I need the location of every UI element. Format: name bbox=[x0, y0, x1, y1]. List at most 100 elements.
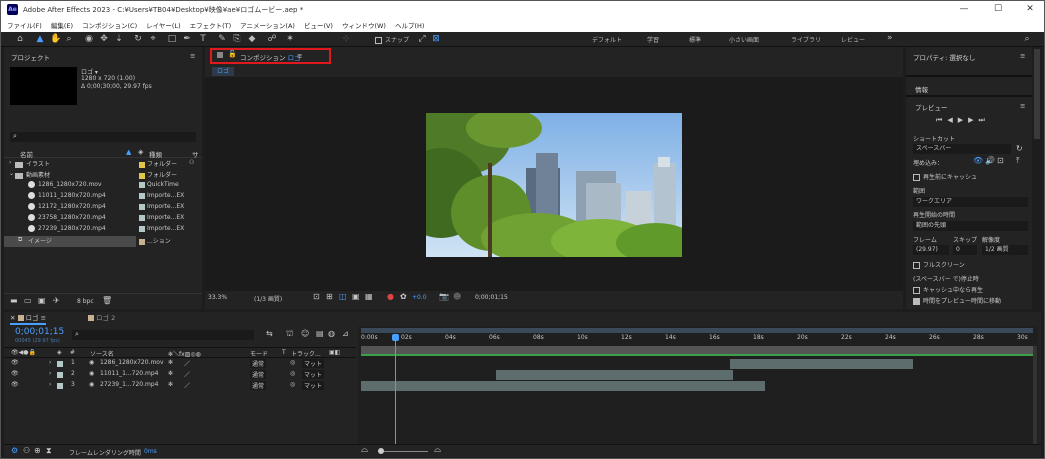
layer-row[interactable]: 👁 › 3 ◉ 27239_1...720.mp4 ✻ ／ 通常 ◎ マット bbox=[4, 381, 356, 392]
track-matte-select[interactable]: マット bbox=[302, 381, 325, 390]
info-tab[interactable]: 情報 bbox=[915, 84, 928, 94]
fullscreen-checkbox[interactable] bbox=[913, 262, 920, 269]
timeline-search-input[interactable]: ⌕ bbox=[72, 330, 254, 340]
expand-arrow-icon[interactable]: › bbox=[49, 381, 51, 388]
preview-tab[interactable]: プレビュー bbox=[915, 102, 948, 112]
list-item[interactable]: › イラスト フォルダー ⚇ bbox=[4, 159, 202, 170]
list-item-selected[interactable]: ⧉ イメージ bbox=[4, 236, 136, 247]
grid-icon[interactable]: ⊞ bbox=[326, 292, 333, 301]
timeline-tab-logo[interactable]: ✕ ロゴ ≡ bbox=[10, 312, 47, 325]
bpc-label[interactable]: 8 bpc bbox=[77, 298, 94, 305]
zoom-in-icon[interactable]: ⌓ bbox=[434, 445, 441, 455]
col-name[interactable]: 名前 bbox=[20, 149, 33, 159]
workspace-default[interactable]: デフォルト bbox=[592, 35, 622, 44]
snap-option-icon[interactable]: ⤢ bbox=[417, 34, 427, 44]
layer-name[interactable]: 1286_1280x720.mov bbox=[100, 359, 164, 366]
properties-menu-icon[interactable]: ≡ bbox=[1020, 52, 1025, 60]
cache-play-option[interactable]: キャッシュ中なら再生 bbox=[913, 285, 983, 294]
minimize-button[interactable]: — bbox=[957, 4, 971, 15]
workspace-review[interactable]: レビュー bbox=[841, 35, 865, 44]
transparency-grid-icon[interactable]: ▦ bbox=[365, 292, 373, 301]
zoom-slider[interactable] bbox=[378, 451, 428, 452]
project-panel-title[interactable]: プロジェクト bbox=[11, 52, 50, 62]
expand-arrow-icon[interactable]: › bbox=[9, 159, 11, 166]
expand-arrow-icon[interactable]: › bbox=[49, 370, 51, 377]
reset-icon[interactable]: ↻ bbox=[1016, 144, 1023, 153]
zoom-select[interactable]: 33.3% bbox=[208, 294, 227, 301]
list-item[interactable]: 23758_1280x720.mp4 Importe...EX bbox=[4, 214, 202, 225]
export-icon[interactable]: ⤒ bbox=[1016, 156, 1020, 166]
audio-toggle-icon[interactable]: 🔊 bbox=[985, 156, 995, 165]
layer-switches-icon[interactable]: ⚙ bbox=[11, 446, 18, 455]
col-t[interactable]: T bbox=[282, 349, 286, 356]
workspace-more-button[interactable]: » bbox=[887, 33, 893, 43]
range-select[interactable]: ワークエリア bbox=[913, 197, 1028, 207]
show-snapshot-icon[interactable]: ☻ bbox=[453, 292, 461, 301]
move-time-checkbox[interactable] bbox=[913, 298, 920, 305]
new-folder-icon[interactable]: ▭ bbox=[24, 296, 32, 305]
lock-icon[interactable]: 🔓 bbox=[228, 50, 237, 58]
zoom-tool-icon[interactable]: ⌕ bbox=[64, 34, 74, 44]
layer-mode-select[interactable]: 通常 bbox=[250, 370, 267, 379]
flowchart-icon[interactable]: ✈ bbox=[53, 296, 60, 305]
safe-margins-icon[interactable]: ⊡ bbox=[313, 292, 320, 301]
label-swatch[interactable] bbox=[57, 361, 63, 367]
label-swatch[interactable] bbox=[57, 372, 63, 378]
anchor-tool-icon[interactable]: ⌖ bbox=[148, 34, 158, 44]
pen-tool-icon[interactable]: ✒ bbox=[182, 34, 192, 44]
next-frame-icon[interactable]: ▶ bbox=[968, 116, 978, 124]
list-item[interactable]: 1286_1280x720.mov QuickTime bbox=[4, 181, 202, 192]
layer-row[interactable]: 👁 › 1 ◉ 1286_1280x720.mov ✻ ／ 通常 ◎ マット bbox=[4, 359, 356, 370]
list-item[interactable]: 11011_1280x720.mp4 Importe...EX bbox=[4, 192, 202, 203]
quality-switch-icon[interactable]: ／ bbox=[184, 381, 190, 390]
col-track-matte[interactable]: トラック... bbox=[291, 349, 321, 358]
comp-mini-flowchart-icon[interactable]: ⇆ bbox=[266, 329, 273, 338]
home-icon[interactable]: ⌂ bbox=[15, 34, 25, 44]
transfer-controls-icon[interactable]: ⚇ bbox=[23, 446, 30, 455]
list-item[interactable]: 27239_1280x720.mp4 Importe...EX bbox=[4, 225, 202, 236]
selection-tool-icon[interactable]: ▲ bbox=[35, 34, 45, 44]
playfrom-select[interactable]: 範囲の先頭 bbox=[913, 221, 1028, 231]
mask-visibility-icon[interactable]: ◫ bbox=[339, 292, 347, 301]
label-swatch[interactable] bbox=[57, 383, 63, 389]
eraser-tool-icon[interactable]: ◆ bbox=[247, 34, 257, 44]
layer-bar-2[interactable] bbox=[496, 370, 733, 380]
comp-timecode[interactable]: 0;00;01;15 bbox=[475, 294, 508, 301]
fullscreen-option[interactable]: フルスクリーン bbox=[913, 260, 965, 269]
tab-menu-icon[interactable]: ≡ bbox=[41, 314, 46, 322]
menu-edit[interactable]: 編集(E) bbox=[51, 20, 73, 30]
close-button[interactable]: ✕ bbox=[1023, 4, 1037, 15]
prev-frame-icon[interactable]: ◀ bbox=[947, 116, 957, 124]
workspace-learn[interactable]: 学習 bbox=[647, 35, 659, 44]
rotate-tool-icon[interactable]: ↻ bbox=[133, 34, 143, 44]
cache-before-option[interactable]: 再生前にキャッシュ bbox=[913, 172, 977, 181]
hand-tool-icon[interactable]: ✋ bbox=[50, 34, 61, 44]
workspace-libraries[interactable]: ライブラリ bbox=[791, 35, 821, 44]
eye-icon[interactable]: 👁 bbox=[11, 370, 19, 377]
right-panel-scrollbar[interactable] bbox=[1034, 49, 1040, 139]
menu-file[interactable]: ファイル(F) bbox=[7, 20, 42, 30]
time-graph[interactable]: 0:00s 02s 04s 06s 08s 10s 12s 14s 16s 18… bbox=[358, 326, 1038, 444]
timeline-timecode[interactable]: 0;00;01;15 bbox=[15, 327, 64, 337]
pan-tool-icon[interactable]: ✥ bbox=[99, 34, 109, 44]
zoom-out-icon[interactable]: ⌓ bbox=[361, 445, 368, 455]
overlay-toggle-icon[interactable]: ⊡ bbox=[997, 156, 1004, 165]
dolly-tool-icon[interactable]: ⇣ bbox=[114, 34, 124, 44]
preview-menu-icon[interactable]: ≡ bbox=[1020, 102, 1025, 110]
quality-switch-icon[interactable]: ／ bbox=[184, 370, 190, 379]
layer-name[interactable]: 11011_1...720.mp4 bbox=[100, 370, 158, 377]
layer-name[interactable]: 27239_1...720.mp4 bbox=[100, 381, 158, 388]
draft-3d-icon[interactable]: ⛫ bbox=[286, 329, 293, 339]
eye-icon[interactable]: 👁 bbox=[11, 381, 19, 388]
roi-icon[interactable]: ▣ bbox=[352, 292, 360, 301]
layer-mode-select[interactable]: 通常 bbox=[250, 359, 267, 368]
track-matte-icon[interactable]: ◎ bbox=[290, 370, 295, 377]
brush-tool-icon[interactable]: ✎ bbox=[217, 34, 227, 44]
menu-help[interactable]: ヘルプ(H) bbox=[395, 20, 424, 30]
snap-grid-icon[interactable]: ⊠ bbox=[431, 34, 441, 44]
eye-icon[interactable]: 👁 bbox=[11, 359, 19, 366]
project-search-input[interactable]: ⌕ bbox=[10, 132, 196, 142]
maximize-button[interactable]: ☐ bbox=[991, 4, 1005, 15]
layer-bar-1[interactable] bbox=[730, 359, 913, 369]
snap-checkbox[interactable] bbox=[375, 37, 382, 44]
